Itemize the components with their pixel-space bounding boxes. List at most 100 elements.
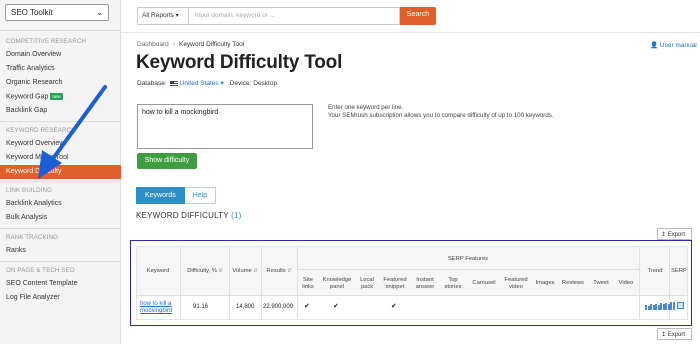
- divider: [297, 269, 639, 270]
- col-local-pack: Local pack: [356, 277, 378, 291]
- sidebar-item-traffic-analytics[interactable]: Traffic Analytics: [6, 65, 55, 72]
- section-keyword-research: KEYWORD RESEARCH: [6, 127, 76, 134]
- new-badge: new: [50, 93, 63, 100]
- sidebar-item-keyword-overview[interactable]: Keyword Overview: [6, 140, 64, 147]
- col-keyword[interactable]: Keyword: [137, 268, 179, 275]
- sidebar-item-organic-research[interactable]: Organic Research: [6, 79, 62, 86]
- trend-bar: [672, 302, 675, 310]
- divider: [229, 247, 230, 319]
- sidebar-item-seo-content-template[interactable]: SEO Content Template: [6, 280, 77, 287]
- keyword-link[interactable]: how to kill a mockingbird: [140, 301, 180, 315]
- sidebar-item-keyword-difficulty[interactable]: Keyword Difficulty: [0, 165, 121, 179]
- col-featured-video: Featured video: [501, 277, 531, 291]
- sidebar-item-keyword-gap[interactable]: Keyword Gap new: [6, 93, 63, 100]
- sort-icon: ⇵: [287, 268, 292, 274]
- divider: [0, 261, 121, 262]
- sidebar-item-keyword-magic-tool[interactable]: Keyword Magic Tool: [6, 154, 69, 161]
- reports-select[interactable]: All Reports ▾: [137, 7, 189, 25]
- col-difficulty[interactable]: Difficulty, % ⇵: [181, 268, 229, 275]
- serp-snapshot-icon[interactable]: [677, 302, 684, 309]
- results-count: (1): [231, 211, 242, 220]
- col-tweet: Tweet: [593, 280, 609, 286]
- table-header: Keyword Difficulty, % ⇵ Volume ⇵ Results…: [137, 247, 687, 296]
- breadcrumb: Dashboard › Keyword Difficulty Tool: [137, 41, 244, 48]
- section-competitive-research: COMPETITIVE RESEARCH: [6, 38, 87, 45]
- reports-select-label: All Reports: [142, 12, 174, 19]
- col-label: stories: [444, 284, 462, 290]
- chevron-right-icon: ›: [172, 41, 175, 48]
- breadcrumb-dashboard[interactable]: Dashboard: [137, 41, 169, 48]
- input-hint: Enter one keyword per line. Your SEMrush…: [328, 104, 554, 120]
- tab-help[interactable]: Help: [184, 187, 217, 204]
- results-heading-label: KEYWORD DIFFICULTY: [136, 211, 229, 220]
- divider: [0, 228, 121, 229]
- search-input[interactable]: Input domain, keyword or ...: [189, 7, 400, 25]
- col-label: Featured: [504, 277, 528, 283]
- keywords-textarea[interactable]: how to kill a mockingbird: [137, 104, 313, 149]
- col-top-stories: Top stories: [440, 277, 466, 291]
- col-group-serp-features: SERP Features: [447, 256, 489, 262]
- col-label: Site: [303, 277, 313, 283]
- user-manual-link[interactable]: 👤 User manual: [650, 41, 697, 49]
- col-label: pack: [360, 284, 374, 290]
- export-button[interactable]: ↥ Export: [657, 228, 692, 240]
- export-button-bottom[interactable]: ↥ Export: [657, 328, 692, 340]
- user-manual-label: User manual: [659, 42, 697, 49]
- hint-line: Enter one keyword per line.: [328, 104, 404, 111]
- col-images: Images: [535, 280, 555, 286]
- sidebar: SEO Toolkit ⌄ COMPETITIVE RESEARCH Domai…: [0, 0, 121, 344]
- divider: [0, 181, 121, 182]
- col-volume[interactable]: Volume ⇵: [229, 268, 261, 275]
- hint-line: Your SEMrush subscription allows you to …: [328, 112, 554, 119]
- search-button[interactable]: Search: [400, 7, 436, 25]
- keyword-line: mockingbird: [140, 308, 173, 314]
- toolkit-select[interactable]: SEO Toolkit ⌄: [5, 4, 109, 21]
- sidebar-item-backlink-analytics[interactable]: Backlink Analytics: [6, 200, 62, 207]
- col-results[interactable]: Results ⇵: [261, 268, 297, 275]
- trend-sparkline-icon: [645, 301, 675, 310]
- sidebar-item-bulk-analysis[interactable]: Bulk Analysis: [6, 214, 47, 221]
- database-select[interactable]: United States ▾: [180, 80, 224, 87]
- breadcrumb-current: Keyword Difficulty Tool: [178, 41, 245, 48]
- divider: [0, 30, 121, 31]
- col-label: video: [509, 284, 523, 290]
- col-trend: Trend: [647, 268, 663, 274]
- col-site-links: Site links: [298, 277, 318, 291]
- col-reviews: Reviews: [562, 280, 584, 286]
- export-icon: ↥: [661, 232, 667, 238]
- col-volume-label: Volume: [232, 268, 252, 274]
- sort-icon: ⇵: [218, 268, 223, 274]
- col-label: Local: [360, 277, 374, 283]
- col-label: links: [302, 284, 314, 290]
- tab-keywords[interactable]: Keywords: [136, 187, 185, 204]
- divider: [297, 247, 298, 319]
- col-serp: SERP: [671, 268, 687, 274]
- sidebar-item-log-file-analyzer[interactable]: Log File Analyzer: [6, 294, 60, 301]
- section-rank-tracking: RANK TRACKING: [6, 234, 59, 241]
- show-difficulty-button[interactable]: Show difficulty: [137, 153, 197, 169]
- divider: [261, 247, 262, 319]
- col-video: Video: [618, 280, 634, 286]
- divider: [180, 247, 181, 319]
- check-icon-site-links: ✔: [304, 303, 310, 310]
- section-on-page-tech-seo: ON PAGE & TECH SEO: [6, 267, 75, 274]
- col-results-label: Results: [266, 268, 286, 274]
- check-icon-knowledge-panel: ✔: [333, 303, 339, 310]
- sidebar-item-label: Keyword Gap: [6, 93, 49, 101]
- sidebar-item-domain-overview[interactable]: Domain Overview: [6, 51, 61, 58]
- database-row: Database: United States ▾ Device: Desktop: [137, 79, 277, 87]
- us-flag-icon: [169, 80, 178, 86]
- sidebar-item-ranks[interactable]: Ranks: [6, 247, 26, 254]
- col-label: Instant: [416, 277, 434, 283]
- col-label: Featured: [383, 277, 407, 283]
- top-search-bar: All Reports ▾ Input domain, keyword or ..…: [121, 0, 700, 33]
- col-carousel: Carousel: [472, 280, 496, 286]
- database-value: United States: [179, 80, 219, 87]
- caret-down-icon: ▾: [175, 13, 179, 19]
- export-label: Export: [667, 332, 686, 338]
- chevron-down-icon: ⌄: [96, 7, 103, 17]
- sidebar-item-backlink-gap[interactable]: Backlink Gap: [6, 107, 47, 114]
- results-table: Keyword Difficulty, % ⇵ Volume ⇵ Results…: [136, 246, 688, 320]
- col-label: snippet: [385, 284, 405, 290]
- toolkit-select-label: SEO Toolkit: [11, 8, 53, 17]
